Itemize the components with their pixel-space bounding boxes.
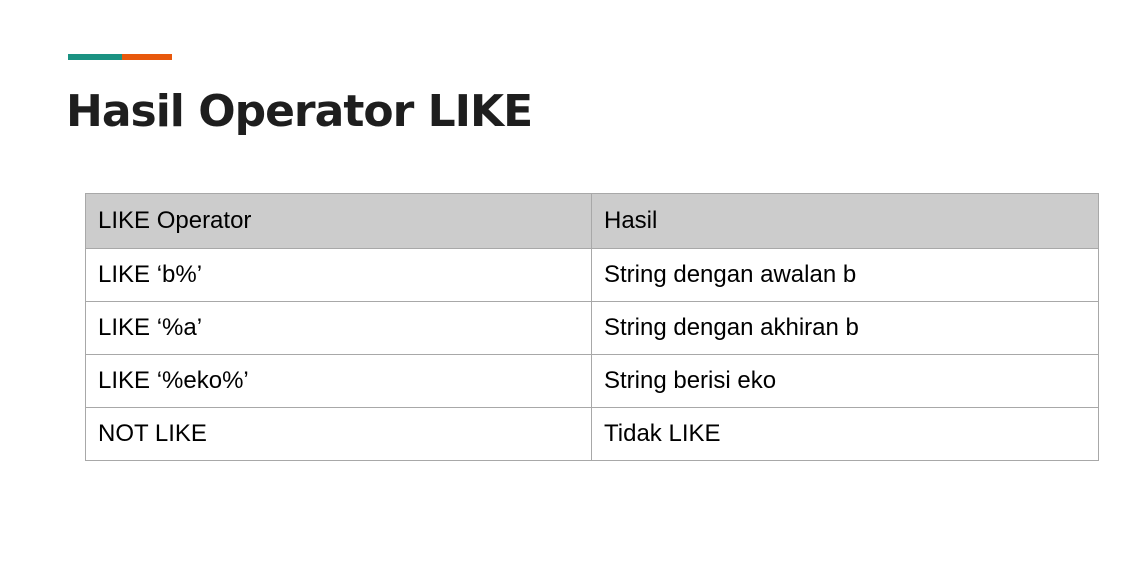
table-row: LIKE ‘%a’ String dengan akhiran b bbox=[85, 301, 1099, 355]
table-row: LIKE ‘%eko%’ String berisi eko bbox=[85, 354, 1099, 408]
table-header-row: LIKE Operator Hasil bbox=[85, 193, 1099, 249]
accent-orange bbox=[122, 54, 172, 60]
result-cell: String dengan akhiran b bbox=[591, 301, 1099, 355]
like-operator-table: LIKE Operator Hasil LIKE ‘b%’ String den… bbox=[85, 193, 1099, 461]
result-cell: String dengan awalan b bbox=[591, 248, 1099, 302]
operator-cell: LIKE ‘%a’ bbox=[85, 301, 592, 355]
title-accent-bar bbox=[68, 54, 172, 60]
result-cell: Tidak LIKE bbox=[591, 407, 1099, 461]
operator-cell: LIKE ‘b%’ bbox=[85, 248, 592, 302]
slide-title: Hasil Operator LIKE bbox=[66, 86, 533, 137]
result-cell: String berisi eko bbox=[591, 354, 1099, 408]
header-like-operator: LIKE Operator bbox=[85, 193, 592, 249]
operator-cell: NOT LIKE bbox=[85, 407, 592, 461]
table-row: NOT LIKE Tidak LIKE bbox=[85, 407, 1099, 461]
accent-teal bbox=[68, 54, 122, 60]
header-hasil: Hasil bbox=[591, 193, 1099, 249]
table-row: LIKE ‘b%’ String dengan awalan b bbox=[85, 248, 1099, 302]
operator-cell: LIKE ‘%eko%’ bbox=[85, 354, 592, 408]
